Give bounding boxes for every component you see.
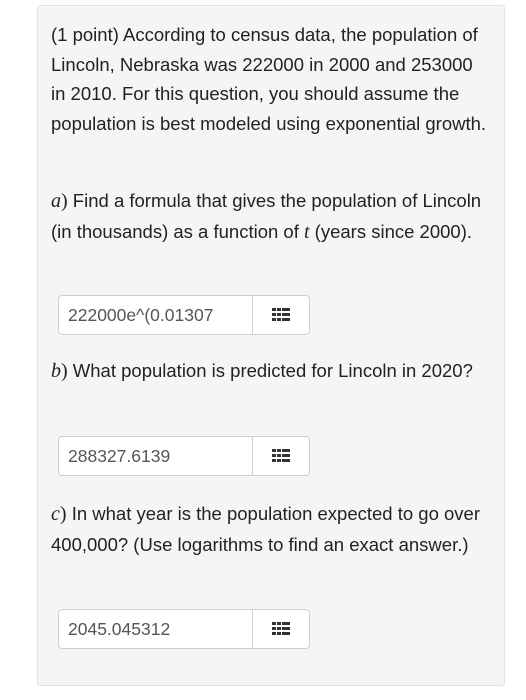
part-label-a: a	[51, 190, 61, 212]
part-label-c: c	[51, 503, 60, 525]
question-c: c) In what year is the population expect…	[51, 503, 480, 555]
question-a: a) Find a formula that gives the populat…	[51, 190, 482, 243]
equation-editor-button-c[interactable]	[252, 609, 310, 649]
question-b: b) What population is predicted for Linc…	[51, 360, 473, 382]
equation-editor-button-b[interactable]	[252, 436, 310, 476]
grid-icon	[272, 308, 290, 321]
answer-row-b	[58, 436, 310, 476]
problem-intro: (1 point) According to census data, the …	[51, 24, 487, 134]
answer-input-c[interactable]	[58, 609, 252, 649]
answer-row-c	[58, 609, 310, 649]
equation-editor-button-a[interactable]	[252, 295, 310, 335]
answer-input-a[interactable]	[58, 295, 252, 335]
answer-row-a	[58, 295, 310, 335]
part-label-b: b	[51, 360, 61, 382]
grid-icon	[272, 622, 290, 635]
grid-icon	[272, 449, 290, 462]
answer-input-b[interactable]	[58, 436, 252, 476]
